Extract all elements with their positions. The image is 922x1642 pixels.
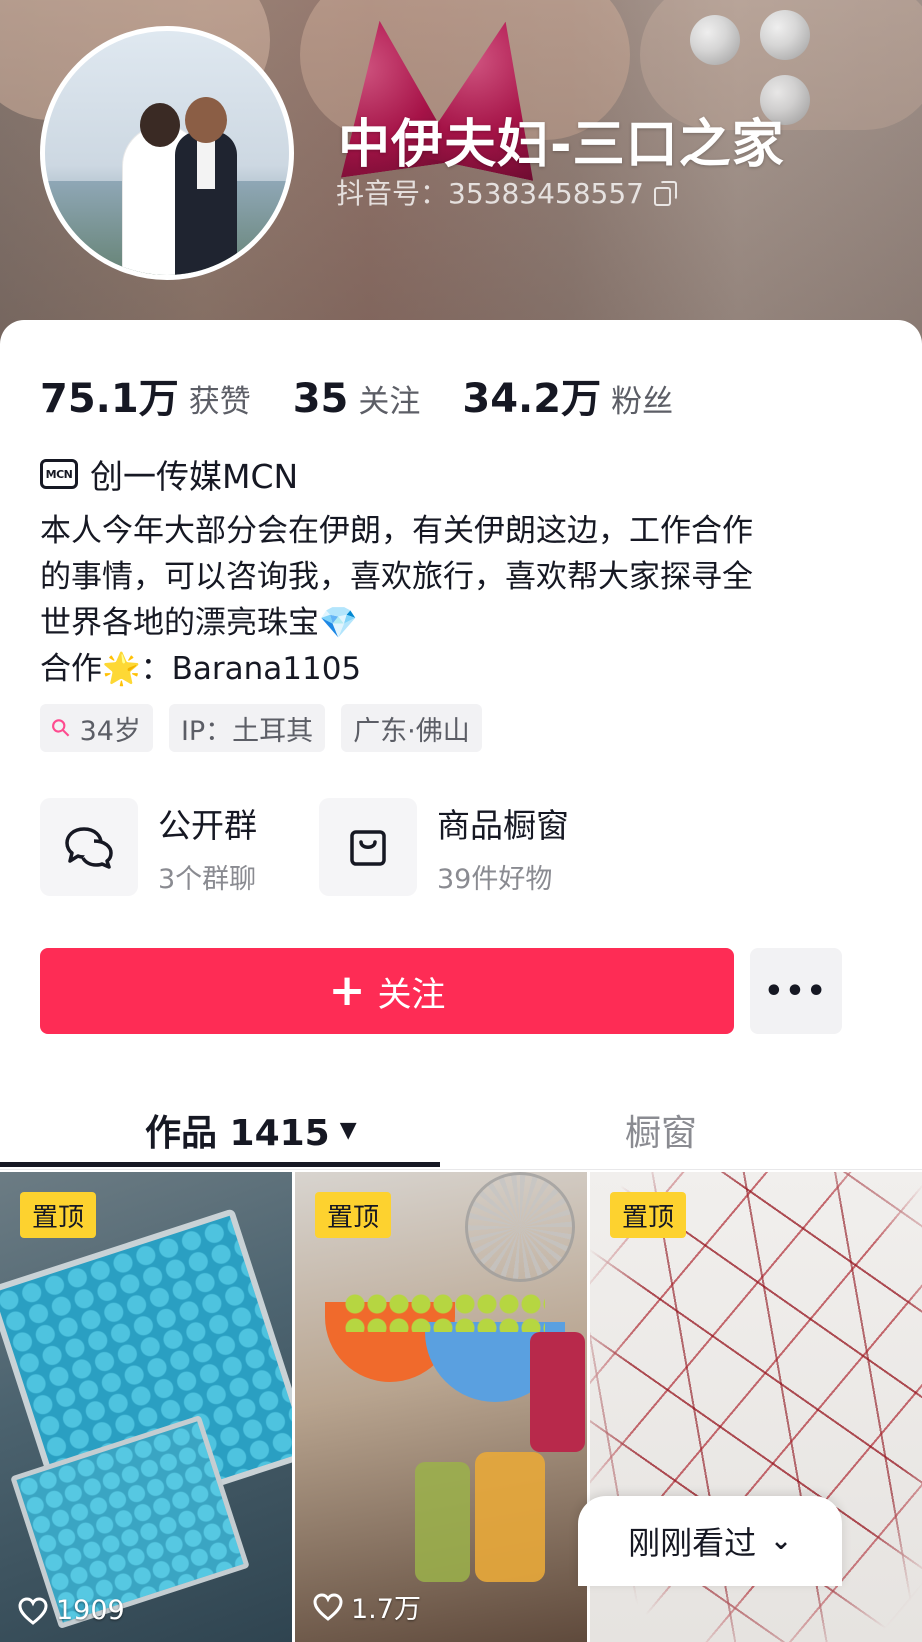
chevron-down-icon: ⌄: [770, 1526, 792, 1556]
like-count: 1.7万: [313, 1587, 421, 1626]
active-tab-indicator: [0, 1162, 440, 1167]
stat-following[interactable]: 35 关注: [293, 376, 421, 422]
follow-label: 关注: [377, 974, 446, 1015]
age-text: 34岁: [79, 715, 141, 747]
profile-nickname: 中伊夫妇-三口之家: [338, 115, 785, 175]
stat-followers[interactable]: 34.2万 粉丝: [462, 366, 673, 424]
recently-viewed-button[interactable]: 刚刚看过 ⌄: [578, 1496, 842, 1586]
tab-works-label: 作品 1415: [145, 1113, 330, 1154]
bio: 本人今年大部分会在伊朗，有关伊朗这边，工作合作 的事情，可以咨询我，喜欢旅行，喜…: [40, 508, 890, 692]
stat-value: 35: [292, 376, 349, 422]
avatar[interactable]: [40, 26, 294, 280]
content-tabs: 作品 1415 ▼ 橱窗: [0, 1090, 922, 1170]
stat-label: 粉丝: [611, 384, 674, 420]
profile-banner: 中伊夫妇-三口之家 抖音号：35383458557: [0, 0, 922, 360]
heart-icon: [313, 1592, 343, 1621]
bio-line: 合作🌟：Barana1105: [40, 651, 362, 687]
profile-tags: ⚲ 34岁 IP：土耳其 广东·佛山: [40, 704, 498, 752]
pinned-badge: 置顶: [610, 1192, 687, 1238]
recent-label: 刚刚看过: [628, 1524, 757, 1562]
shopping-bag-icon: [319, 798, 417, 896]
stat-value: 34.2万: [462, 376, 602, 422]
ip-tag: IP：土耳其: [168, 704, 326, 752]
heart-icon: [18, 1596, 48, 1625]
mcn-label: 创一传媒MCN: [90, 457, 299, 496]
stat-likes[interactable]: 75.1万 获赞: [40, 366, 251, 424]
douyin-id-text: 抖音号：35383458557: [336, 177, 644, 210]
stat-label: 获赞: [188, 384, 251, 420]
more-options-button[interactable]: •••: [750, 948, 842, 1034]
feature-title: 公开群: [158, 805, 257, 845]
stat-label: 关注: [358, 384, 421, 420]
feature-entries: 公开群 3个群聊 商品橱窗 39件好物: [40, 798, 631, 896]
tab-works[interactable]: 作品 1415 ▼: [145, 1090, 357, 1170]
stats-row: 75.1万 获赞 35 关注 34.2万 粉丝: [40, 366, 715, 424]
follow-button[interactable]: + 关注: [40, 948, 734, 1034]
chat-bubbles-icon: [40, 798, 138, 896]
female-icon: ⚲: [44, 711, 77, 745]
video-thumbnail[interactable]: 置顶 1.7万: [295, 1172, 587, 1642]
mcn-icon: MCN: [40, 459, 78, 489]
mcn-badge[interactable]: MCN 创一传媒MCN: [40, 450, 298, 498]
gem-emoji-icon: 💎: [319, 605, 358, 641]
stat-value: 75.1万: [40, 376, 179, 422]
location-tag: 广东·佛山: [341, 704, 482, 752]
plus-icon: +: [328, 965, 366, 1016]
shop-window-entry[interactable]: 商品橱窗 39件好物: [319, 798, 569, 896]
video-thumbnail[interactable]: 置顶 1909: [0, 1172, 292, 1642]
feature-title: 商品橱窗: [437, 805, 569, 845]
age-tag: ⚲ 34岁: [40, 704, 153, 752]
caret-down-icon: ▼: [339, 1117, 357, 1143]
bio-line: 世界各地的漂亮珠宝💎: [40, 605, 358, 641]
bio-line: 的事情，可以咨询我，喜欢旅行，喜欢帮大家探寻全: [40, 559, 753, 595]
bio-line: 本人今年大部分会在伊朗，有关伊朗这边，工作合作: [40, 513, 753, 549]
profile-card: 75.1万 获赞 35 关注 34.2万 粉丝 MCN 创一传媒MCN 本人今年…: [0, 320, 922, 1642]
copy-icon[interactable]: [653, 181, 677, 206]
feature-subtitle: 3个群聊: [158, 863, 257, 895]
tab-showcase[interactable]: 橱窗: [625, 1090, 697, 1170]
pinned-badge: 置顶: [315, 1192, 392, 1238]
douyin-id[interactable]: 抖音号：35383458557: [336, 172, 677, 212]
star-emoji-icon: 🌟: [102, 651, 141, 687]
pinned-badge: 置顶: [20, 1192, 97, 1238]
like-count: 1909: [18, 1595, 125, 1626]
public-group-entry[interactable]: 公开群 3个群聊: [40, 798, 257, 896]
feature-subtitle: 39件好物: [437, 863, 553, 895]
